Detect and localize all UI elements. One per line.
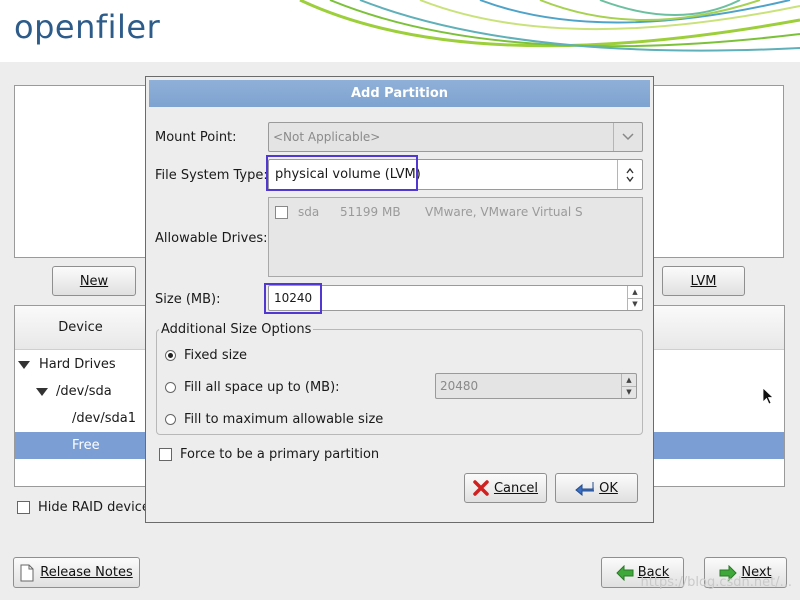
fill-up-to-spin-buttons[interactable]: ▲ ▼ bbox=[621, 374, 636, 398]
device-column-label: Device bbox=[58, 320, 103, 335]
fill-up-to-spinbox[interactable]: 20480 ▲ ▼ bbox=[435, 373, 637, 399]
spin-up-icon[interactable]: ▲ bbox=[622, 374, 636, 386]
device-column-header[interactable]: Device bbox=[15, 306, 146, 350]
hide-raid-label: Hide RAID device/ bbox=[38, 500, 155, 515]
fs-type-highlight-box bbox=[266, 155, 418, 191]
expander-triangle-icon[interactable] bbox=[36, 387, 48, 396]
cancel-label: Cancel bbox=[493, 480, 539, 496]
chevron-down-icon bbox=[622, 133, 634, 141]
red-x-icon bbox=[473, 480, 489, 496]
force-primary-row[interactable]: Force to be a primary partition bbox=[159, 447, 379, 462]
fill-up-to-value: 20480 bbox=[440, 379, 479, 393]
mount-point-label: Mount Point: bbox=[155, 130, 237, 145]
lvm-button[interactable]: LVM bbox=[662, 266, 745, 296]
hide-raid-checkbox-row[interactable]: Hide RAID device/ bbox=[17, 500, 154, 515]
size-highlight-box bbox=[264, 283, 322, 314]
openfiler-logo: openfiler bbox=[14, 8, 161, 46]
cancel-button[interactable]: Cancel bbox=[464, 473, 547, 503]
tree-row-free-selected-right[interactable] bbox=[654, 432, 784, 459]
release-notes-label: Release Notes bbox=[40, 565, 133, 580]
size-label: Size (MB): bbox=[155, 292, 221, 307]
fs-type-label: File System Type: bbox=[155, 168, 268, 183]
fill-max-radio[interactable] bbox=[165, 414, 176, 425]
ok-button[interactable]: OK bbox=[555, 473, 638, 503]
new-button-label: New bbox=[79, 273, 109, 289]
tree-label-dev-sda1: /dev/sda1 bbox=[72, 411, 136, 426]
force-primary-label: Force to be a primary partition bbox=[180, 447, 380, 462]
force-primary-checkbox[interactable] bbox=[159, 448, 172, 461]
watermark-text: https://blog.csdn.net/... bbox=[640, 575, 792, 590]
tree-label-dev-sda: /dev/sda bbox=[56, 384, 112, 399]
fs-type-dropdown-button[interactable] bbox=[617, 160, 642, 189]
fill-up-to-label: Fill all space up to (MB): bbox=[184, 380, 340, 395]
mount-point-value: <Not Applicable> bbox=[273, 130, 381, 144]
drive-name: sda bbox=[298, 205, 320, 219]
size-options-legend: Additional Size Options bbox=[159, 322, 314, 337]
dialog-title: Add Partition bbox=[149, 80, 650, 107]
fill-up-to-option[interactable]: Fill all space up to (MB): bbox=[165, 380, 340, 395]
drive-size: 51199 MB bbox=[340, 205, 401, 219]
document-icon bbox=[20, 564, 34, 581]
updown-chevron-icon bbox=[626, 167, 634, 182]
allowable-drives-list[interactable]: sda 51199 MB VMware, VMware Virtual S bbox=[268, 197, 643, 277]
arrow-left-icon bbox=[616, 564, 634, 581]
drive-model: VMware, VMware Virtual S bbox=[425, 205, 583, 219]
hide-raid-checkbox[interactable] bbox=[17, 501, 30, 514]
app-header: openfiler bbox=[0, 0, 800, 62]
fill-max-label: Fill to maximum allowable size bbox=[184, 412, 384, 427]
release-notes-button[interactable]: Release Notes bbox=[13, 557, 140, 588]
tree-row-dev-sda1[interactable]: /dev/sda1 bbox=[16, 405, 146, 432]
tree-label-hard-drives: Hard Drives bbox=[39, 357, 116, 372]
mount-point-dropdown-button[interactable] bbox=[613, 123, 642, 151]
fixed-size-option[interactable]: Fixed size bbox=[165, 348, 247, 363]
size-spinbox[interactable]: 10240 ▲ ▼ bbox=[268, 285, 643, 311]
mount-point-combo[interactable]: <Not Applicable> bbox=[268, 122, 643, 152]
spin-up-icon[interactable]: ▲ bbox=[628, 286, 642, 298]
spin-down-icon[interactable]: ▼ bbox=[628, 297, 642, 311]
return-arrow-icon bbox=[575, 482, 595, 496]
size-spin-buttons[interactable]: ▲ ▼ bbox=[627, 286, 642, 310]
fixed-size-radio[interactable] bbox=[165, 350, 176, 361]
ok-label: OK bbox=[599, 480, 618, 496]
new-button[interactable]: New bbox=[52, 266, 136, 296]
fill-max-option[interactable]: Fill to maximum allowable size bbox=[165, 412, 383, 427]
spin-down-icon[interactable]: ▼ bbox=[622, 385, 636, 399]
tree-row-dev-sda[interactable]: /dev/sda bbox=[16, 378, 146, 405]
lvm-button-label: LVM bbox=[690, 273, 717, 289]
expander-triangle-icon[interactable] bbox=[18, 360, 30, 369]
fixed-size-label: Fixed size bbox=[184, 348, 248, 363]
tree-row-free-selected[interactable]: Free bbox=[15, 432, 146, 459]
drive-sda-checkbox[interactable] bbox=[275, 205, 288, 219]
fill-up-to-radio[interactable] bbox=[165, 382, 176, 393]
tree-row-hard-drives[interactable]: Hard Drives bbox=[16, 351, 146, 378]
add-partition-dialog: Add Partition Mount Point: <Not Applicab… bbox=[145, 76, 654, 523]
allowable-drives-label: Allowable Drives: bbox=[155, 231, 268, 246]
tree-label-free: Free bbox=[72, 438, 100, 453]
mouse-cursor-icon bbox=[762, 387, 774, 405]
drive-row-sda[interactable]: sda 51199 MB VMware, VMware Virtual S bbox=[275, 205, 583, 219]
column-header-right bbox=[654, 306, 784, 350]
